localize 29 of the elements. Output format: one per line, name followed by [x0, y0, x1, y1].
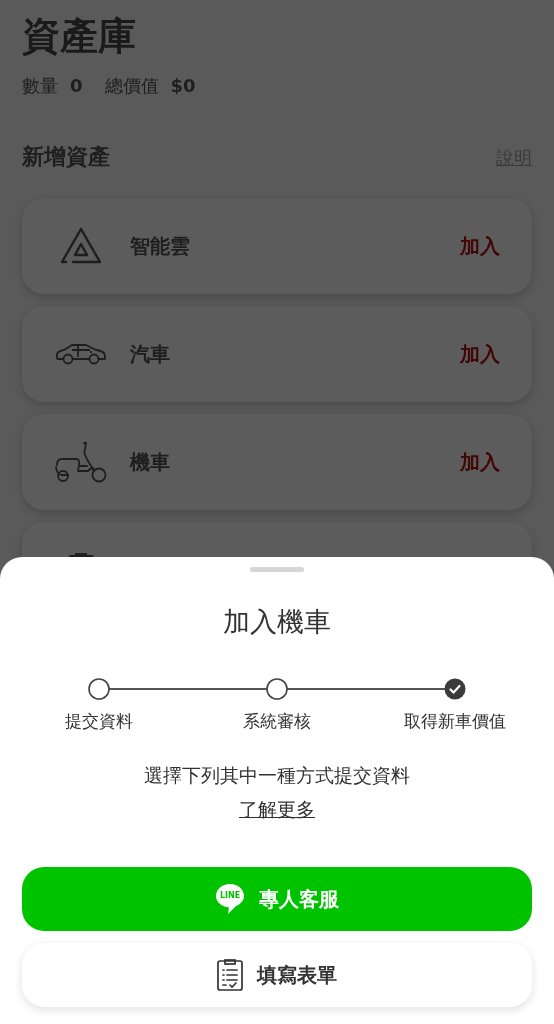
form-button[interactable]: 填寫表單 — [22, 943, 532, 1007]
asset-card[interactable]: 機車 加入 — [22, 414, 532, 510]
car-icon — [54, 342, 108, 366]
add-button[interactable]: 加入 — [460, 340, 500, 368]
drag-handle[interactable] — [250, 567, 304, 572]
sheet-title: 加入機車 — [223, 606, 331, 638]
stat-label: 總價值 — [104, 74, 159, 98]
step-label: 系統審核 — [243, 710, 311, 733]
chat-bubble-icon: LINE — [215, 883, 245, 915]
asset-card[interactable]: 汽車 加入 — [22, 306, 532, 402]
learn-more-link[interactable]: 了解更多 — [239, 797, 315, 823]
add-button[interactable]: 加入 — [460, 232, 500, 260]
asset-name: 智能雲 — [130, 232, 191, 260]
asset-name: 汽車 — [130, 340, 171, 368]
section-title: 新增資產 — [22, 143, 110, 171]
instruction-text: 選擇下列其中一種方式提交資料 — [144, 763, 410, 788]
step-label: 提交資料 — [65, 710, 133, 733]
step-label: 取得新車價值 — [404, 710, 506, 733]
stat-label: 數量 — [22, 74, 58, 98]
asset-card[interactable]: 智能雲 加入 — [22, 198, 532, 294]
stat-value: 0 — [70, 75, 83, 96]
clipboard-list-icon — [217, 959, 243, 991]
add-button[interactable]: 加入 — [460, 448, 500, 476]
scooter-icon — [54, 441, 108, 483]
stat-value: $0 — [170, 75, 196, 96]
line-chat-button[interactable]: LINE 專人客服 — [22, 867, 532, 931]
asset-name: 機車 — [130, 448, 171, 476]
page-title: 資產庫 — [22, 13, 137, 60]
triangle-logo-icon — [59, 226, 103, 266]
